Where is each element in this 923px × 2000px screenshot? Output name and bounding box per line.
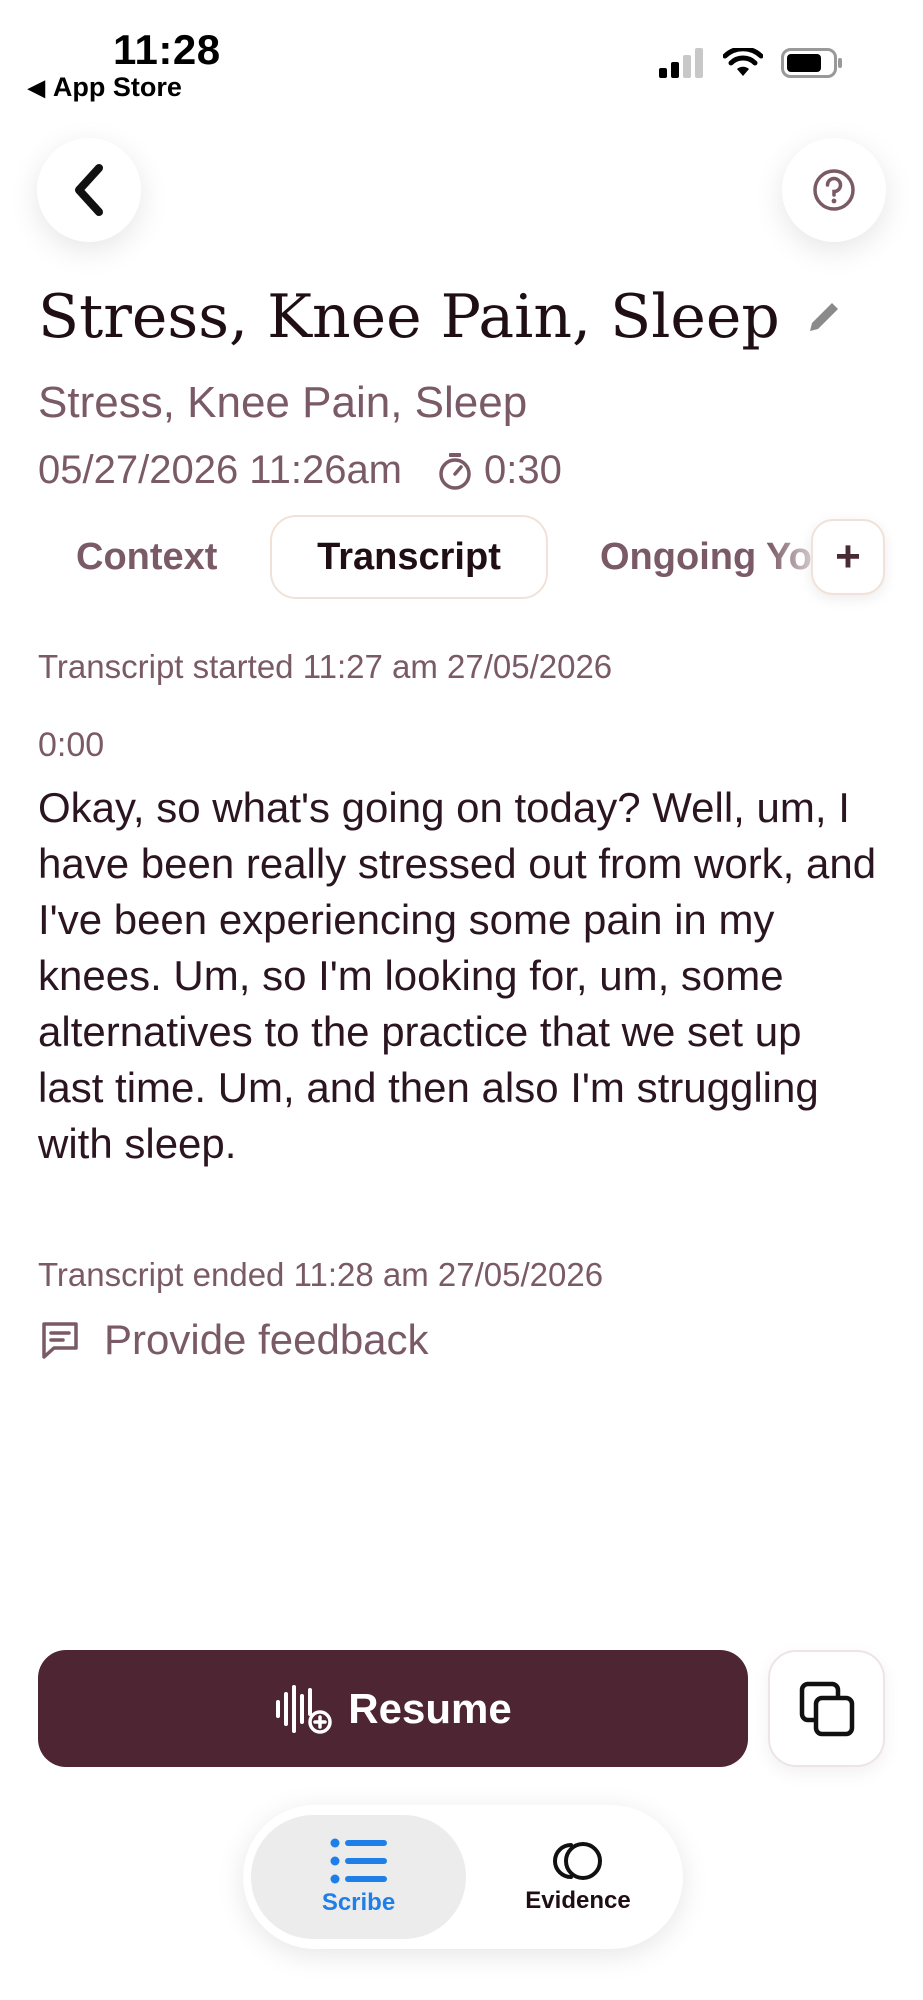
- nav-scribe-label: Scribe: [321, 1889, 396, 1916]
- note-meta: 05/27/2026 11:26am 0:30: [38, 448, 562, 493]
- transcript-started: Transcript started 11:27 am 27/05/2026: [38, 648, 613, 685]
- copy-button[interactable]: [768, 1650, 885, 1767]
- resume-label: Resume: [348, 1684, 512, 1732]
- nav-evidence-label: Evidence: [525, 1887, 631, 1914]
- segment-timestamp: 0:00: [38, 726, 105, 764]
- status-icons: [659, 48, 843, 78]
- feedback-label: Provide feedback: [104, 1316, 429, 1363]
- status-time: 11:28: [113, 26, 221, 73]
- provide-feedback-link[interactable]: Provide feedback: [38, 1316, 429, 1364]
- note-title-row: Stress, Knee Pain, Sleep: [38, 282, 846, 352]
- note-duration: 0:30: [436, 448, 562, 493]
- back-app-label: App Store: [52, 72, 182, 102]
- bottom-nav: Scribe Evidence: [243, 1805, 683, 1949]
- tab-context[interactable]: Context: [76, 515, 217, 599]
- list-icon: [330, 1838, 387, 1884]
- waveform-plus-icon: [276, 1684, 333, 1734]
- stopwatch-icon: [439, 452, 471, 490]
- evidence-icon: [553, 1842, 602, 1880]
- tab-bar: Context Transcript Ongoing Yo: [38, 515, 885, 600]
- note-subtitle: Stress, Knee Pain, Sleep: [38, 378, 528, 427]
- back-to-app-store[interactable]: ◀ App Store: [28, 72, 182, 103]
- add-tab-button[interactable]: +: [811, 519, 885, 595]
- back-triangle-icon: ◀: [28, 74, 45, 100]
- cellular-signal-icon: [659, 48, 703, 78]
- transcript-ended: Transcript ended 11:28 am 27/05/2026: [38, 1256, 604, 1293]
- question-circle-icon: [813, 169, 855, 211]
- message-square-icon: [42, 1322, 78, 1359]
- wifi-icon: [723, 48, 763, 76]
- nav-scribe[interactable]: Scribe: [251, 1815, 466, 1939]
- tab-transcript[interactable]: Transcript: [270, 515, 548, 599]
- help-button[interactable]: [782, 138, 886, 242]
- note-datetime: 05/27/2026 11:26am: [38, 448, 403, 492]
- nav-evidence[interactable]: Evidence: [483, 1815, 673, 1939]
- note-title: Stress, Knee Pain, Sleep: [38, 282, 780, 352]
- transcript-text: Okay, so what's going on today? Well, um…: [38, 784, 877, 1167]
- battery-icon: [781, 48, 842, 78]
- resume-button[interactable]: Resume: [38, 1650, 748, 1767]
- copy-icon: [799, 1681, 854, 1736]
- duration-value: 0:30: [484, 448, 562, 492]
- chevron-left-icon: [75, 164, 103, 216]
- back-button[interactable]: [37, 138, 141, 242]
- pencil-edit-icon[interactable]: [802, 295, 846, 339]
